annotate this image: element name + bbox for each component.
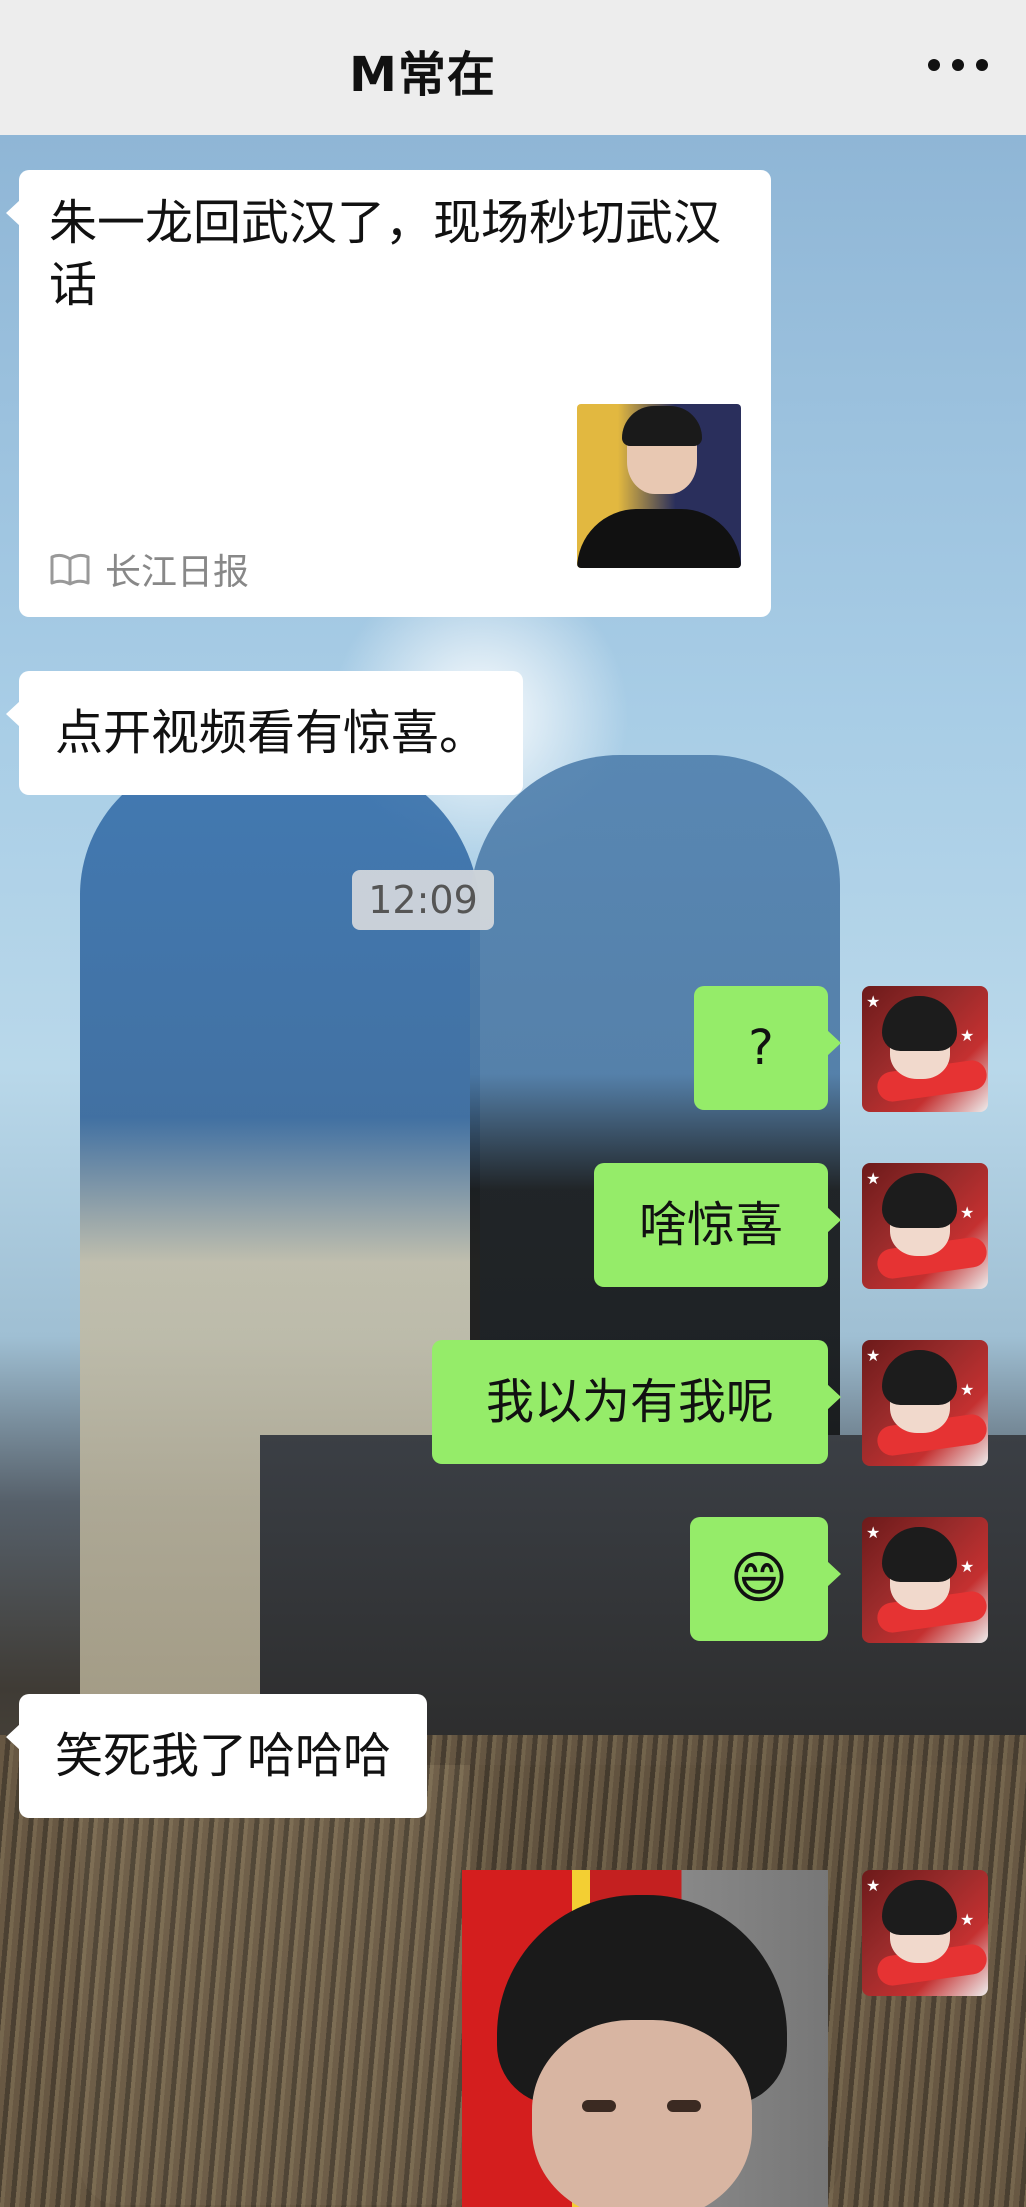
article-source: 长江日报 (49, 543, 249, 595)
article-thumbnail (577, 404, 741, 568)
book-icon (50, 553, 90, 586)
chat-header: M常在 (0, 0, 1026, 135)
article-source-label: 长江日报 (105, 552, 250, 593)
incoming-message[interactable]: 点开视频看有惊喜。 (5, 671, 524, 795)
outgoing-message[interactable]: 😄 (690, 1517, 841, 1641)
article-title: 朱一龙回武汉了，现场秒切武汉话 (49, 195, 722, 313)
outgoing-photo-message[interactable] (462, 1870, 828, 2207)
more-options-icon[interactable] (928, 50, 988, 80)
outgoing-message[interactable]: 我以为有我呢 (432, 1340, 841, 1464)
avatar[interactable]: ★ ★ (862, 1870, 988, 1996)
avatar[interactable]: ★ ★ (862, 1163, 988, 1289)
timestamp: 12:09 (352, 870, 494, 930)
incoming-message-text: 点开视频看有惊喜。 (55, 705, 488, 761)
avatar[interactable]: ★ ★ (862, 986, 988, 1112)
avatar[interactable]: ★ ★ (862, 1517, 988, 1643)
incoming-message[interactable]: 笑死我了哈哈哈 (5, 1694, 428, 1818)
outgoing-message[interactable]: ? (694, 986, 841, 1110)
incoming-message-text: 笑死我了哈哈哈 (55, 1728, 392, 1784)
avatar[interactable]: ★ ★ (862, 1340, 988, 1466)
outgoing-message-text: ? (748, 1020, 774, 1076)
outgoing-message-text: 我以为有我呢 (485, 1374, 774, 1430)
article-card[interactable]: 朱一龙回武汉了，现场秒切武汉话 长江日报 (6, 170, 771, 617)
grinning-face-emoji: 😄 (729, 1546, 789, 1611)
chat-title: M常在 (349, 47, 496, 103)
outgoing-message-text: 啥惊喜 (638, 1197, 783, 1253)
outgoing-message[interactable]: 啥惊喜 (594, 1163, 841, 1287)
